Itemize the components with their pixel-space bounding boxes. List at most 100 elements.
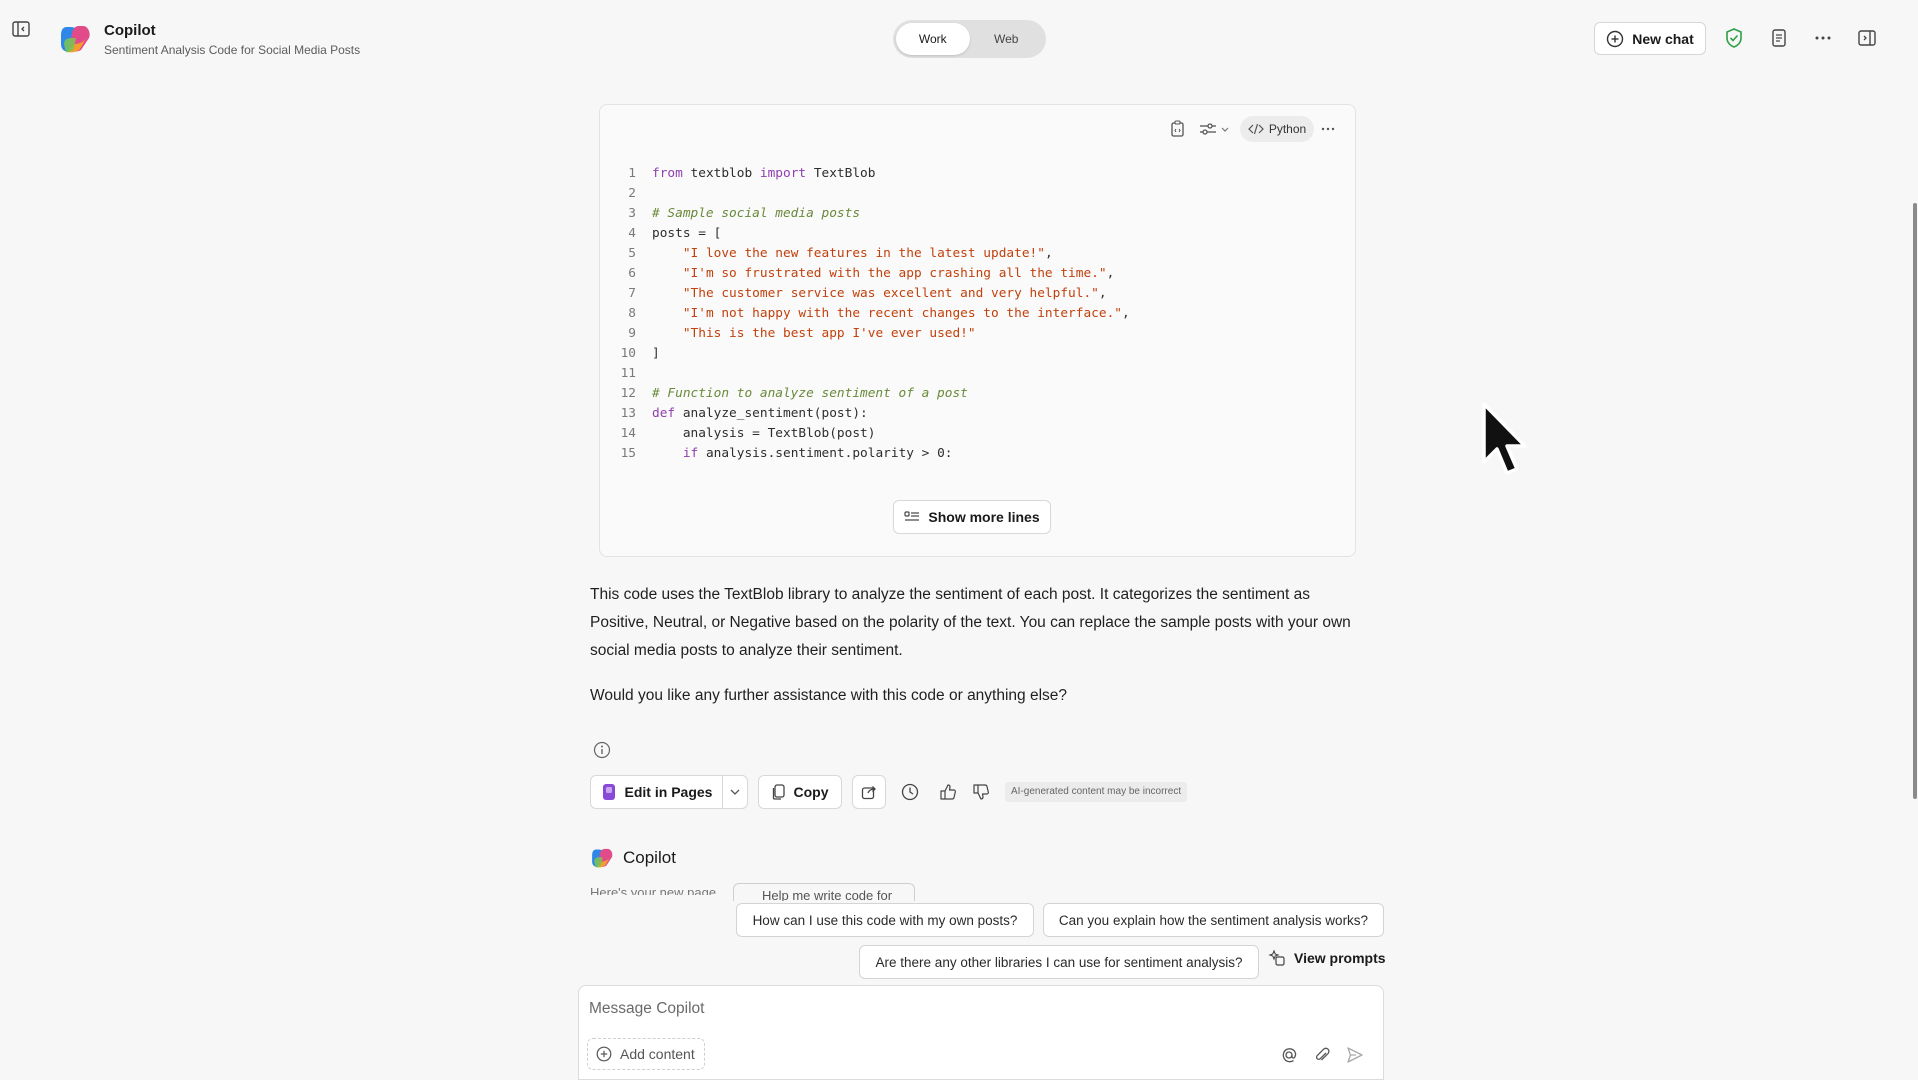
- code-line: 9 "This is the best app I've ever used!": [612, 324, 1130, 344]
- add-content-button[interactable]: Add content: [587, 1038, 705, 1070]
- chevron-down-icon[interactable]: [722, 775, 748, 809]
- pages-icon: [601, 783, 617, 801]
- more-icon[interactable]: [1807, 22, 1839, 54]
- mode-work-tab[interactable]: Work: [896, 23, 970, 55]
- code-token: "This is the best app I've ever used!": [682, 326, 976, 341]
- line-number: 1: [628, 166, 636, 181]
- plus-circle-icon: [1606, 30, 1624, 48]
- edit-in-pages-label: Edit in Pages: [624, 784, 713, 800]
- suggestion-chip[interactable]: Can you explain how the sentiment analys…: [1043, 903, 1384, 937]
- code-token: posts = [: [652, 226, 722, 241]
- code-line: 11: [612, 364, 1130, 384]
- new-chat-button[interactable]: New chat: [1594, 22, 1706, 55]
- code-line: 14 analysis = TextBlob(post): [612, 424, 1130, 444]
- shield-check-icon[interactable]: [1718, 22, 1750, 54]
- suggestion-chip[interactable]: How can I use this code with my own post…: [736, 903, 1034, 937]
- view-prompts-label: View prompts: [1294, 950, 1386, 966]
- line-number: 11: [620, 366, 636, 381]
- code-token: analysis = TextBlob(post): [652, 426, 876, 441]
- app-name: Copilot: [104, 22, 156, 39]
- message-input[interactable]: [587, 996, 1111, 1022]
- settings-sliders-icon[interactable]: [1196, 116, 1234, 142]
- code-token: import: [759, 166, 807, 181]
- show-more-label: Show more lines: [928, 509, 1040, 525]
- code-token: ,: [1098, 286, 1107, 301]
- code-line: 5 "I love the new features in the latest…: [612, 244, 1130, 264]
- attach-icon[interactable]: [1310, 1043, 1334, 1067]
- code-line: 4 posts = [: [612, 224, 1130, 244]
- line-number: 10: [620, 346, 636, 361]
- line-number: 14: [620, 426, 636, 441]
- line-number: 4: [628, 226, 636, 241]
- code-line: 13 def analyze_sentiment(post):: [612, 404, 1130, 424]
- document-icon[interactable]: [1763, 22, 1795, 54]
- code-token: ,: [1121, 306, 1130, 321]
- mention-icon[interactable]: [1277, 1043, 1301, 1067]
- mode-toggle: Work Web: [893, 20, 1046, 58]
- code-token: "I'm not happy with the recent changes t…: [682, 306, 1122, 321]
- code-token: if: [682, 446, 699, 461]
- code-token: def: [652, 406, 676, 421]
- info-icon[interactable]: [590, 738, 614, 762]
- line-number: 2: [628, 186, 636, 201]
- code-token: ,: [1044, 246, 1053, 261]
- insert-code-icon[interactable]: [1166, 116, 1190, 142]
- line-number: 3: [628, 206, 636, 221]
- line-number: 9: [628, 326, 636, 341]
- code-token: from: [652, 166, 683, 181]
- history-icon[interactable]: [893, 775, 927, 809]
- send-icon[interactable]: [1343, 1043, 1367, 1067]
- code-token: # Sample social media posts: [652, 206, 861, 221]
- show-more-lines-button[interactable]: Show more lines: [893, 500, 1051, 534]
- mode-web-tab[interactable]: Web: [970, 23, 1044, 55]
- plus-circle-icon: [596, 1046, 612, 1062]
- code-line: 6 "I'm so frustrated with the app crashi…: [612, 264, 1130, 284]
- thumbs-up-icon[interactable]: [934, 775, 962, 809]
- line-number: 8: [628, 306, 636, 321]
- code-token: analysis.sentiment.polarity > 0:: [698, 446, 953, 461]
- more-icon[interactable]: [1316, 116, 1340, 142]
- new-chat-label: New chat: [1632, 30, 1694, 47]
- code-token: "The customer service was excellent and …: [682, 286, 1099, 301]
- thumbs-down-icon[interactable]: [967, 775, 995, 809]
- code-lines: 1 from textblob import TextBlob 2 3 # Sample…: [612, 164, 1130, 464]
- scrollbar-thumb[interactable]: [1913, 203, 1917, 799]
- copy-label: Copy: [793, 784, 829, 800]
- sidebar-toggle-icon[interactable]: [8, 16, 34, 42]
- code-brackets-icon: [1247, 123, 1264, 135]
- edit-in-pages-button[interactable]: Edit in Pages: [590, 775, 723, 809]
- view-prompts-button[interactable]: View prompts: [1268, 946, 1386, 970]
- ai-disclaimer: AI-generated content may be incorrect: [1005, 782, 1188, 802]
- code-line: 2: [612, 184, 1130, 204]
- copy-button[interactable]: Copy: [758, 775, 842, 809]
- line-number: 7: [628, 286, 636, 301]
- code-token: analyze_sentiment(post):: [675, 406, 868, 421]
- code-token: ]: [652, 346, 660, 361]
- share-icon[interactable]: [852, 775, 886, 809]
- partial-prompt-chip: Help me write code for: [733, 883, 915, 901]
- code-line: 15 if analysis.sentiment.polarity > 0:: [612, 444, 1130, 464]
- copy-icon: [772, 784, 786, 800]
- language-chip[interactable]: Python: [1240, 116, 1314, 142]
- code-line: 1 from textblob import TextBlob: [612, 164, 1130, 184]
- suggestion-chip[interactable]: Are there any other libraries I can use …: [859, 945, 1259, 979]
- expand-lines-icon: [904, 510, 920, 524]
- language-label: Python: [1268, 122, 1307, 136]
- code-token: "I love the new features in the latest u…: [682, 246, 1045, 261]
- add-content-label: Add content: [620, 1046, 695, 1062]
- side-panel-icon[interactable]: [1851, 22, 1883, 54]
- prompts-sparkle-icon: [1268, 949, 1286, 967]
- line-number: 5: [628, 246, 636, 261]
- code-line: 8 "I'm not happy with the recent changes…: [612, 304, 1130, 324]
- code-token: # Function to analyze sentiment of a pos…: [652, 386, 968, 401]
- response-question: Would you like any further assistance wi…: [590, 687, 1068, 704]
- code-token: TextBlob: [806, 166, 876, 181]
- code-token: ,: [1106, 266, 1115, 281]
- code-token: textblob: [682, 166, 760, 181]
